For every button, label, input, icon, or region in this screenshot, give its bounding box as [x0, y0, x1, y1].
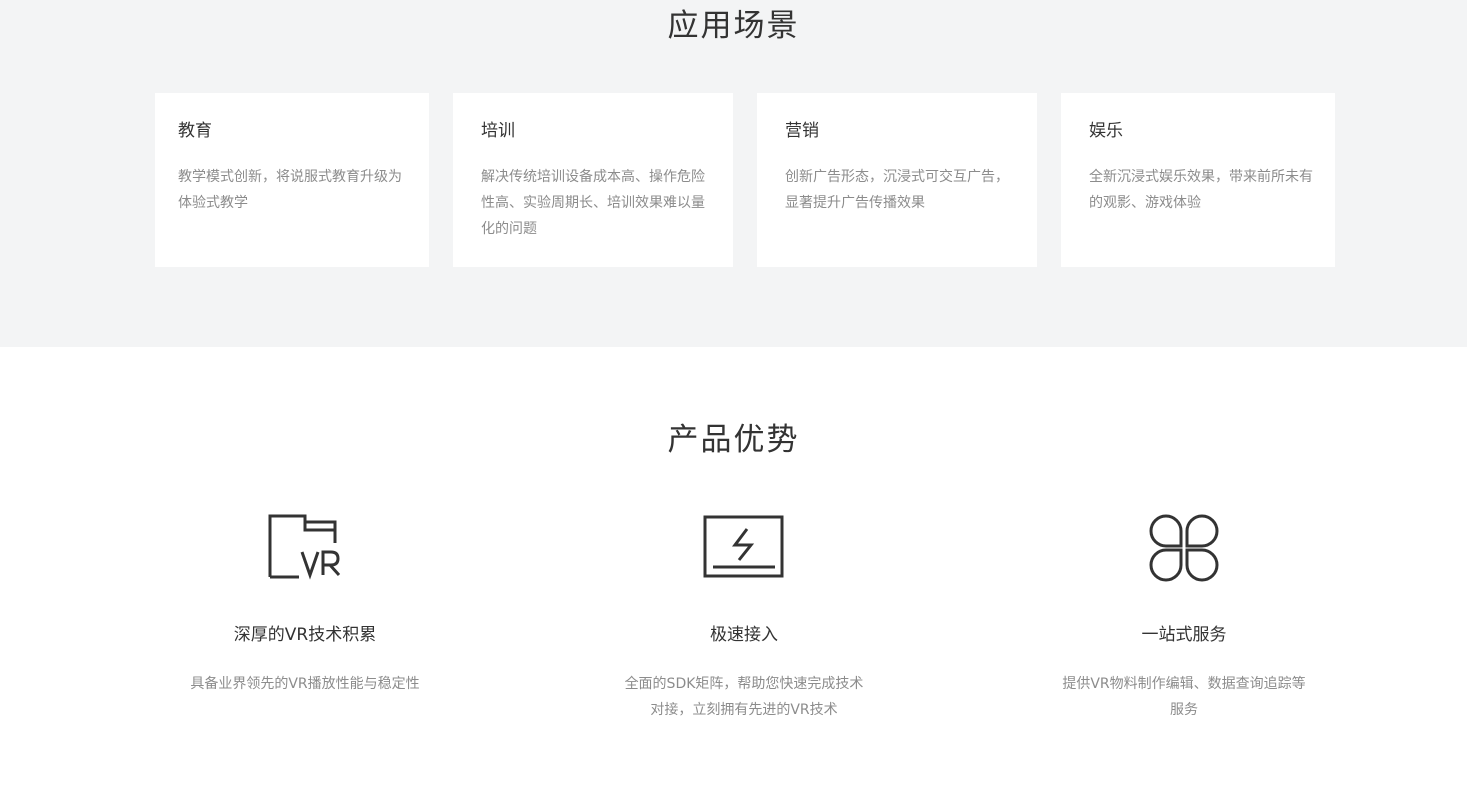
advantage-description: 具备业界领先的VR播放性能与稳定性 — [190, 676, 420, 692]
scenario-card-marketing[interactable]: 营销 创新广告形态，沉浸式可交互广告，显著提升广告传播效果 — [757, 93, 1037, 267]
card-title: 营销 — [785, 121, 819, 141]
section-title-advantages: 产品优势 — [667, 422, 800, 458]
card-description: 创新广告形态，沉浸式可交互广告，显著提升广告传播效果 — [785, 169, 1009, 211]
advantage-item-one-stop: 一站式服务 提供VR物料制作编辑、数据查询追踪等服务 — [1059, 513, 1309, 718]
scenario-card-training[interactable]: 培训 解决传统培训设备成本高、操作危险性高、实验周期长、培训效果难以量化的问题 — [453, 93, 733, 267]
advantage-title: 一站式服务 — [1141, 625, 1227, 645]
card-title: 培训 — [481, 121, 515, 141]
section-title-scenarios: 应用场景 — [667, 8, 800, 44]
application-scenarios-section: 应用场景 教育 教学模式创新，将说服式教育升级为体验式教学 培训 解决传统培训设… — [0, 0, 1467, 347]
advantage-title: 极速接入 — [710, 625, 778, 645]
advantage-description: 全面的SDK矩阵，帮助您快速完成技术对接，立刻拥有先进的VR技术 — [624, 676, 864, 718]
advantage-description: 提供VR物料制作编辑、数据查询追踪等服务 — [1062, 676, 1306, 718]
card-description: 教学模式创新，将说服式教育升级为体验式教学 — [178, 169, 402, 211]
lightning-screen-icon — [703, 515, 784, 578]
advantage-item-vr-tech: 深厚的VR技术积累 具备业界领先的VR播放性能与稳定性 — [180, 513, 430, 692]
card-title: 娱乐 — [1089, 121, 1123, 141]
card-description: 全新沉浸式娱乐效果，带来前所未有的观影、游戏体验 — [1089, 169, 1313, 211]
vr-folder-icon — [268, 514, 341, 580]
scenario-card-entertainment[interactable]: 娱乐 全新沉浸式娱乐效果，带来前所未有的观影、游戏体验 — [1061, 93, 1335, 267]
product-advantages-section: 产品优势 深厚的VR技术积累 具备业界领先的VR播放性能与稳定性 极速接入 全面… — [0, 347, 1467, 792]
advantage-item-fast-access: 极速接入 全面的SDK矩阵，帮助您快速完成技术对接，立刻拥有先进的VR技术 — [619, 513, 869, 718]
advantage-title: 深厚的VR技术积累 — [233, 625, 377, 645]
card-title: 教育 — [178, 121, 212, 141]
card-description: 解决传统培训设备成本高、操作危险性高、实验周期长、培训效果难以量化的问题 — [481, 169, 705, 237]
four-leaf-icon — [1149, 514, 1219, 582]
scenario-card-education[interactable]: 教育 教学模式创新，将说服式教育升级为体验式教学 — [155, 93, 429, 267]
